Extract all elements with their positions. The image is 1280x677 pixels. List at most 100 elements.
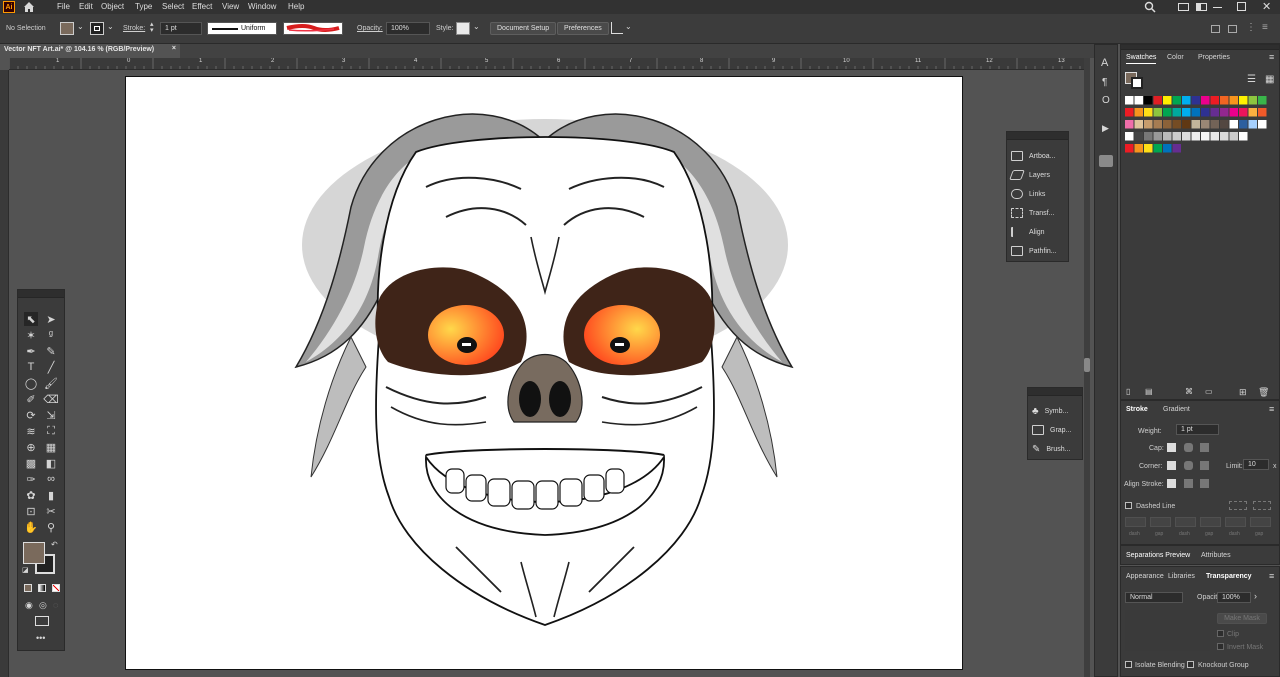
swatch[interactable] <box>1182 108 1191 117</box>
new-color-group-icon[interactable]: ▭ <box>1205 387 1213 396</box>
tab-separations-preview[interactable]: Separations Preview <box>1126 552 1190 559</box>
swatch[interactable] <box>1172 132 1182 141</box>
swatch[interactable] <box>1125 96 1134 105</box>
slice-tool-icon[interactable]: ✂ <box>44 504 58 518</box>
fill-color-box[interactable] <box>23 542 45 564</box>
swatch[interactable] <box>1144 96 1153 105</box>
swatch[interactable] <box>1220 108 1229 117</box>
delete-swatch-icon[interactable]: 🗑 <box>1258 387 1269 398</box>
tab-transparency[interactable]: Transparency <box>1206 573 1252 580</box>
tab-libraries[interactable]: Libraries <box>1168 573 1195 580</box>
swatch[interactable] <box>1248 96 1258 105</box>
warp-tool-icon[interactable]: ≋ <box>24 424 38 438</box>
eraser-icon[interactable]: ⌫ <box>43 392 59 406</box>
projecting-cap-button[interactable] <box>1200 443 1209 452</box>
swatch[interactable] <box>1134 132 1144 141</box>
swatch[interactable] <box>1220 96 1229 105</box>
swatch-options-icon[interactable]: ⌘ <box>1185 387 1193 396</box>
home-icon[interactable] <box>22 1 36 13</box>
panel-menu-icon[interactable]: ≡ <box>1262 22 1268 33</box>
swatch[interactable] <box>1125 120 1134 129</box>
align-inside-button[interactable] <box>1184 479 1193 488</box>
chevron-down-icon[interactable]: ⌄ <box>107 22 114 31</box>
swatch[interactable] <box>1220 132 1229 141</box>
bevel-join-button[interactable] <box>1200 461 1209 470</box>
dock-artboards[interactable]: Artboa... <box>1011 151 1055 161</box>
stroke-label[interactable]: Stroke: <box>123 25 145 32</box>
swatch[interactable] <box>1239 96 1248 105</box>
panel-menu-icon[interactable]: ≡ <box>1269 404 1274 414</box>
horizontal-ruler[interactable]: 1 0 1 2 3 4 5 6 7 8 9 10 11 12 13 <box>9 58 1084 70</box>
swatch[interactable] <box>1239 132 1248 141</box>
swatch[interactable] <box>1248 108 1258 117</box>
swatch[interactable] <box>1163 144 1172 153</box>
swatch[interactable] <box>1172 108 1182 117</box>
swatch[interactable] <box>1125 132 1134 141</box>
stroke-weight-input[interactable]: 1 pt <box>160 22 202 35</box>
scale-tool-icon[interactable]: ⇲ <box>44 408 58 422</box>
menu-help[interactable]: Help <box>288 2 304 11</box>
dock-links[interactable]: Links <box>1011 189 1045 199</box>
swatch[interactable] <box>1153 144 1163 153</box>
round-cap-button[interactable] <box>1184 443 1193 452</box>
grid-view-icon[interactable]: ▦ <box>1265 74 1274 85</box>
swatch-library-icon[interactable]: ▯ <box>1126 387 1130 396</box>
pen-tool-icon[interactable]: ✒ <box>24 344 38 358</box>
chevron-down-icon[interactable]: ⌄ <box>473 22 480 31</box>
swatch[interactable] <box>1229 120 1239 129</box>
panel-icon[interactable] <box>1228 25 1237 33</box>
swatch[interactable] <box>1239 108 1248 117</box>
new-swatch-icon[interactable]: ⊞ <box>1239 387 1247 398</box>
swatch[interactable] <box>1153 132 1163 141</box>
dash-field-2[interactable] <box>1150 517 1171 527</box>
magic-wand-icon[interactable]: ✶ <box>24 328 38 342</box>
butt-cap-button[interactable] <box>1167 443 1176 452</box>
eyedropper-icon[interactable]: ✑ <box>24 472 38 486</box>
dock-align[interactable]: Align <box>1011 227 1045 237</box>
chevron-down-icon[interactable]: ⌄ <box>77 22 84 31</box>
mesh-tool-icon[interactable]: ▩ <box>24 456 38 470</box>
paragraph-icon[interactable]: ¶ <box>1102 77 1107 88</box>
tab-stroke[interactable]: Stroke <box>1126 406 1148 413</box>
make-mask-button[interactable]: Make Mask <box>1217 613 1267 624</box>
menu-select[interactable]: Select <box>162 2 184 11</box>
dock-pathfinder[interactable]: Pathfin... <box>1011 246 1057 256</box>
stepper-icon[interactable]: ▴ ▾ <box>150 21 154 34</box>
swatch[interactable] <box>1191 132 1201 141</box>
color-mode-icon[interactable] <box>24 584 32 592</box>
knockout-group-checkbox[interactable] <box>1187 661 1194 668</box>
shape-builder-icon[interactable]: ⊕ <box>24 440 38 454</box>
dock-graphic-styles[interactable]: Grap... <box>1032 425 1071 435</box>
round-join-button[interactable] <box>1184 461 1193 470</box>
minimize-icon[interactable] <box>1213 7 1222 8</box>
swatch[interactable] <box>1153 96 1163 105</box>
swatch[interactable] <box>1191 120 1201 129</box>
stroke-indicator[interactable] <box>1131 77 1143 89</box>
swatch[interactable] <box>1248 120 1258 129</box>
swatch[interactable] <box>1134 96 1144 105</box>
dash-preset-2[interactable] <box>1253 501 1271 510</box>
clip-checkbox[interactable] <box>1217 630 1224 637</box>
menu-object[interactable]: Object <box>101 2 124 11</box>
align-center-button[interactable] <box>1167 479 1176 488</box>
dashed-line-checkbox[interactable] <box>1125 502 1132 509</box>
curvature-tool-icon[interactable]: ✎ <box>44 344 58 358</box>
tab-appearance[interactable]: Appearance <box>1126 573 1164 580</box>
graphic-style-swatch[interactable] <box>456 22 470 35</box>
blend-tool-icon[interactable]: ∞ <box>44 472 58 486</box>
swatch[interactable] <box>1210 96 1220 105</box>
artboard-tool-icon[interactable]: ⊡ <box>24 504 38 518</box>
paintbrush-icon[interactable]: 🖌 <box>44 376 58 390</box>
swatch[interactable] <box>1201 108 1210 117</box>
edit-toolbar-icon[interactable]: ••• <box>36 633 45 643</box>
swatch[interactable] <box>1201 120 1210 129</box>
zoom-tool-icon[interactable]: ⚲ <box>44 520 58 534</box>
tab-color[interactable]: Color <box>1167 54 1184 61</box>
graph-tool-icon[interactable]: ▮ <box>44 488 58 502</box>
swatches-header[interactable] <box>1121 45 1279 50</box>
dash-field-5[interactable] <box>1225 517 1246 527</box>
gradient-mode-icon[interactable] <box>38 584 46 592</box>
swatch[interactable] <box>1220 120 1229 129</box>
draw-behind-icon[interactable]: ◎ <box>39 600 47 611</box>
free-transform-icon[interactable]: ⛶ <box>44 424 58 438</box>
